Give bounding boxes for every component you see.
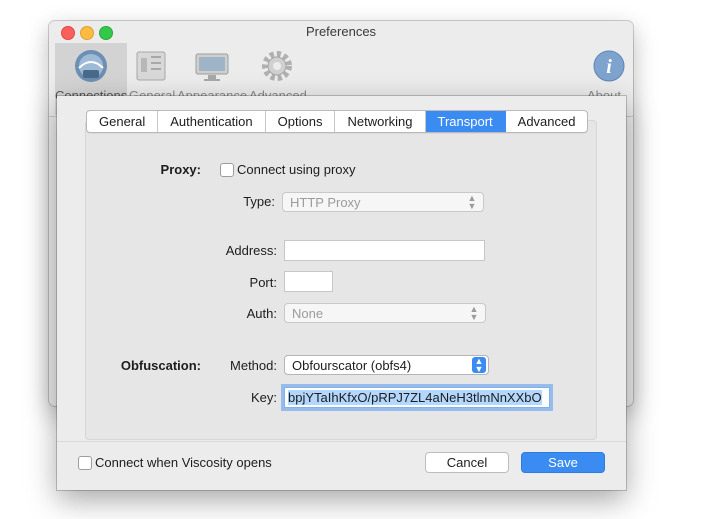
- info-icon: i: [593, 50, 625, 82]
- connect-on-open-checkbox[interactable]: [78, 456, 92, 470]
- address-label: Address:: [225, 243, 277, 258]
- obfuscation-key-value: bpjYTaIhKfxO/pRPJ7ZL4aNeH3tlmNnXXbO: [288, 390, 542, 405]
- proxy-type-select[interactable]: HTTP Proxy ▲ ▼: [282, 192, 484, 212]
- tab-options[interactable]: Options: [266, 111, 336, 132]
- tab-networking[interactable]: Networking: [335, 111, 426, 132]
- key-label: Key:: [250, 390, 277, 405]
- obfuscation-method-select[interactable]: Obfourscator (obfs4) ▲ ▼: [284, 355, 489, 375]
- connections-icon: [75, 50, 107, 82]
- cancel-button[interactable]: Cancel: [425, 452, 509, 473]
- proxy-auth-select[interactable]: None ▲ ▼: [284, 303, 486, 323]
- proxy-section-label: Proxy:: [160, 162, 201, 177]
- proxy-auth-value: None: [292, 306, 324, 321]
- footer-divider: [57, 441, 626, 442]
- proxy-type-value: HTTP Proxy: [290, 195, 361, 210]
- minimize-button[interactable]: [80, 26, 94, 40]
- window-title: Preferences: [305, 24, 377, 39]
- chevron-updown-icon: ▲ ▼: [469, 304, 479, 322]
- port-label: Port:: [249, 275, 277, 290]
- close-button[interactable]: [61, 26, 75, 40]
- address-field[interactable]: [284, 240, 485, 261]
- tab-advanced[interactable]: Advanced: [506, 111, 588, 132]
- connect-using-proxy-label: Connect using proxy: [237, 162, 356, 177]
- auth-label: Auth:: [246, 306, 277, 321]
- tab-transport[interactable]: Transport: [425, 111, 506, 132]
- general-icon: [136, 51, 166, 81]
- svg-text:i: i: [606, 56, 612, 78]
- type-label: Type:: [243, 194, 275, 209]
- method-label: Method:: [230, 358, 277, 373]
- connection-sheet: General Authentication Options Networkin…: [57, 96, 626, 490]
- tab-bar: General Authentication Options Networkin…: [86, 110, 589, 133]
- tab-general[interactable]: General: [87, 111, 159, 132]
- connect-on-open-label: Connect when Viscosity opens: [95, 455, 272, 470]
- obfuscation-method-value: Obfourscator (obfs4): [292, 358, 412, 373]
- obfuscation-section-label: Obfuscation:: [120, 358, 201, 373]
- appearance-icon: [195, 53, 229, 81]
- gear-icon: [262, 51, 292, 81]
- maximize-button[interactable]: [99, 26, 113, 40]
- obfuscation-key-field[interactable]: bpjYTaIhKfxO/pRPJ7ZL4aNeH3tlmNnXXbO: [284, 387, 550, 408]
- save-button[interactable]: Save: [521, 452, 605, 473]
- chevron-updown-icon: ▲ ▼: [467, 193, 477, 211]
- connect-using-proxy-checkbox[interactable]: [220, 163, 234, 177]
- port-field[interactable]: [284, 271, 333, 292]
- tab-authentication[interactable]: Authentication: [158, 111, 266, 132]
- chevron-updown-icon: ▲ ▼: [472, 357, 486, 374]
